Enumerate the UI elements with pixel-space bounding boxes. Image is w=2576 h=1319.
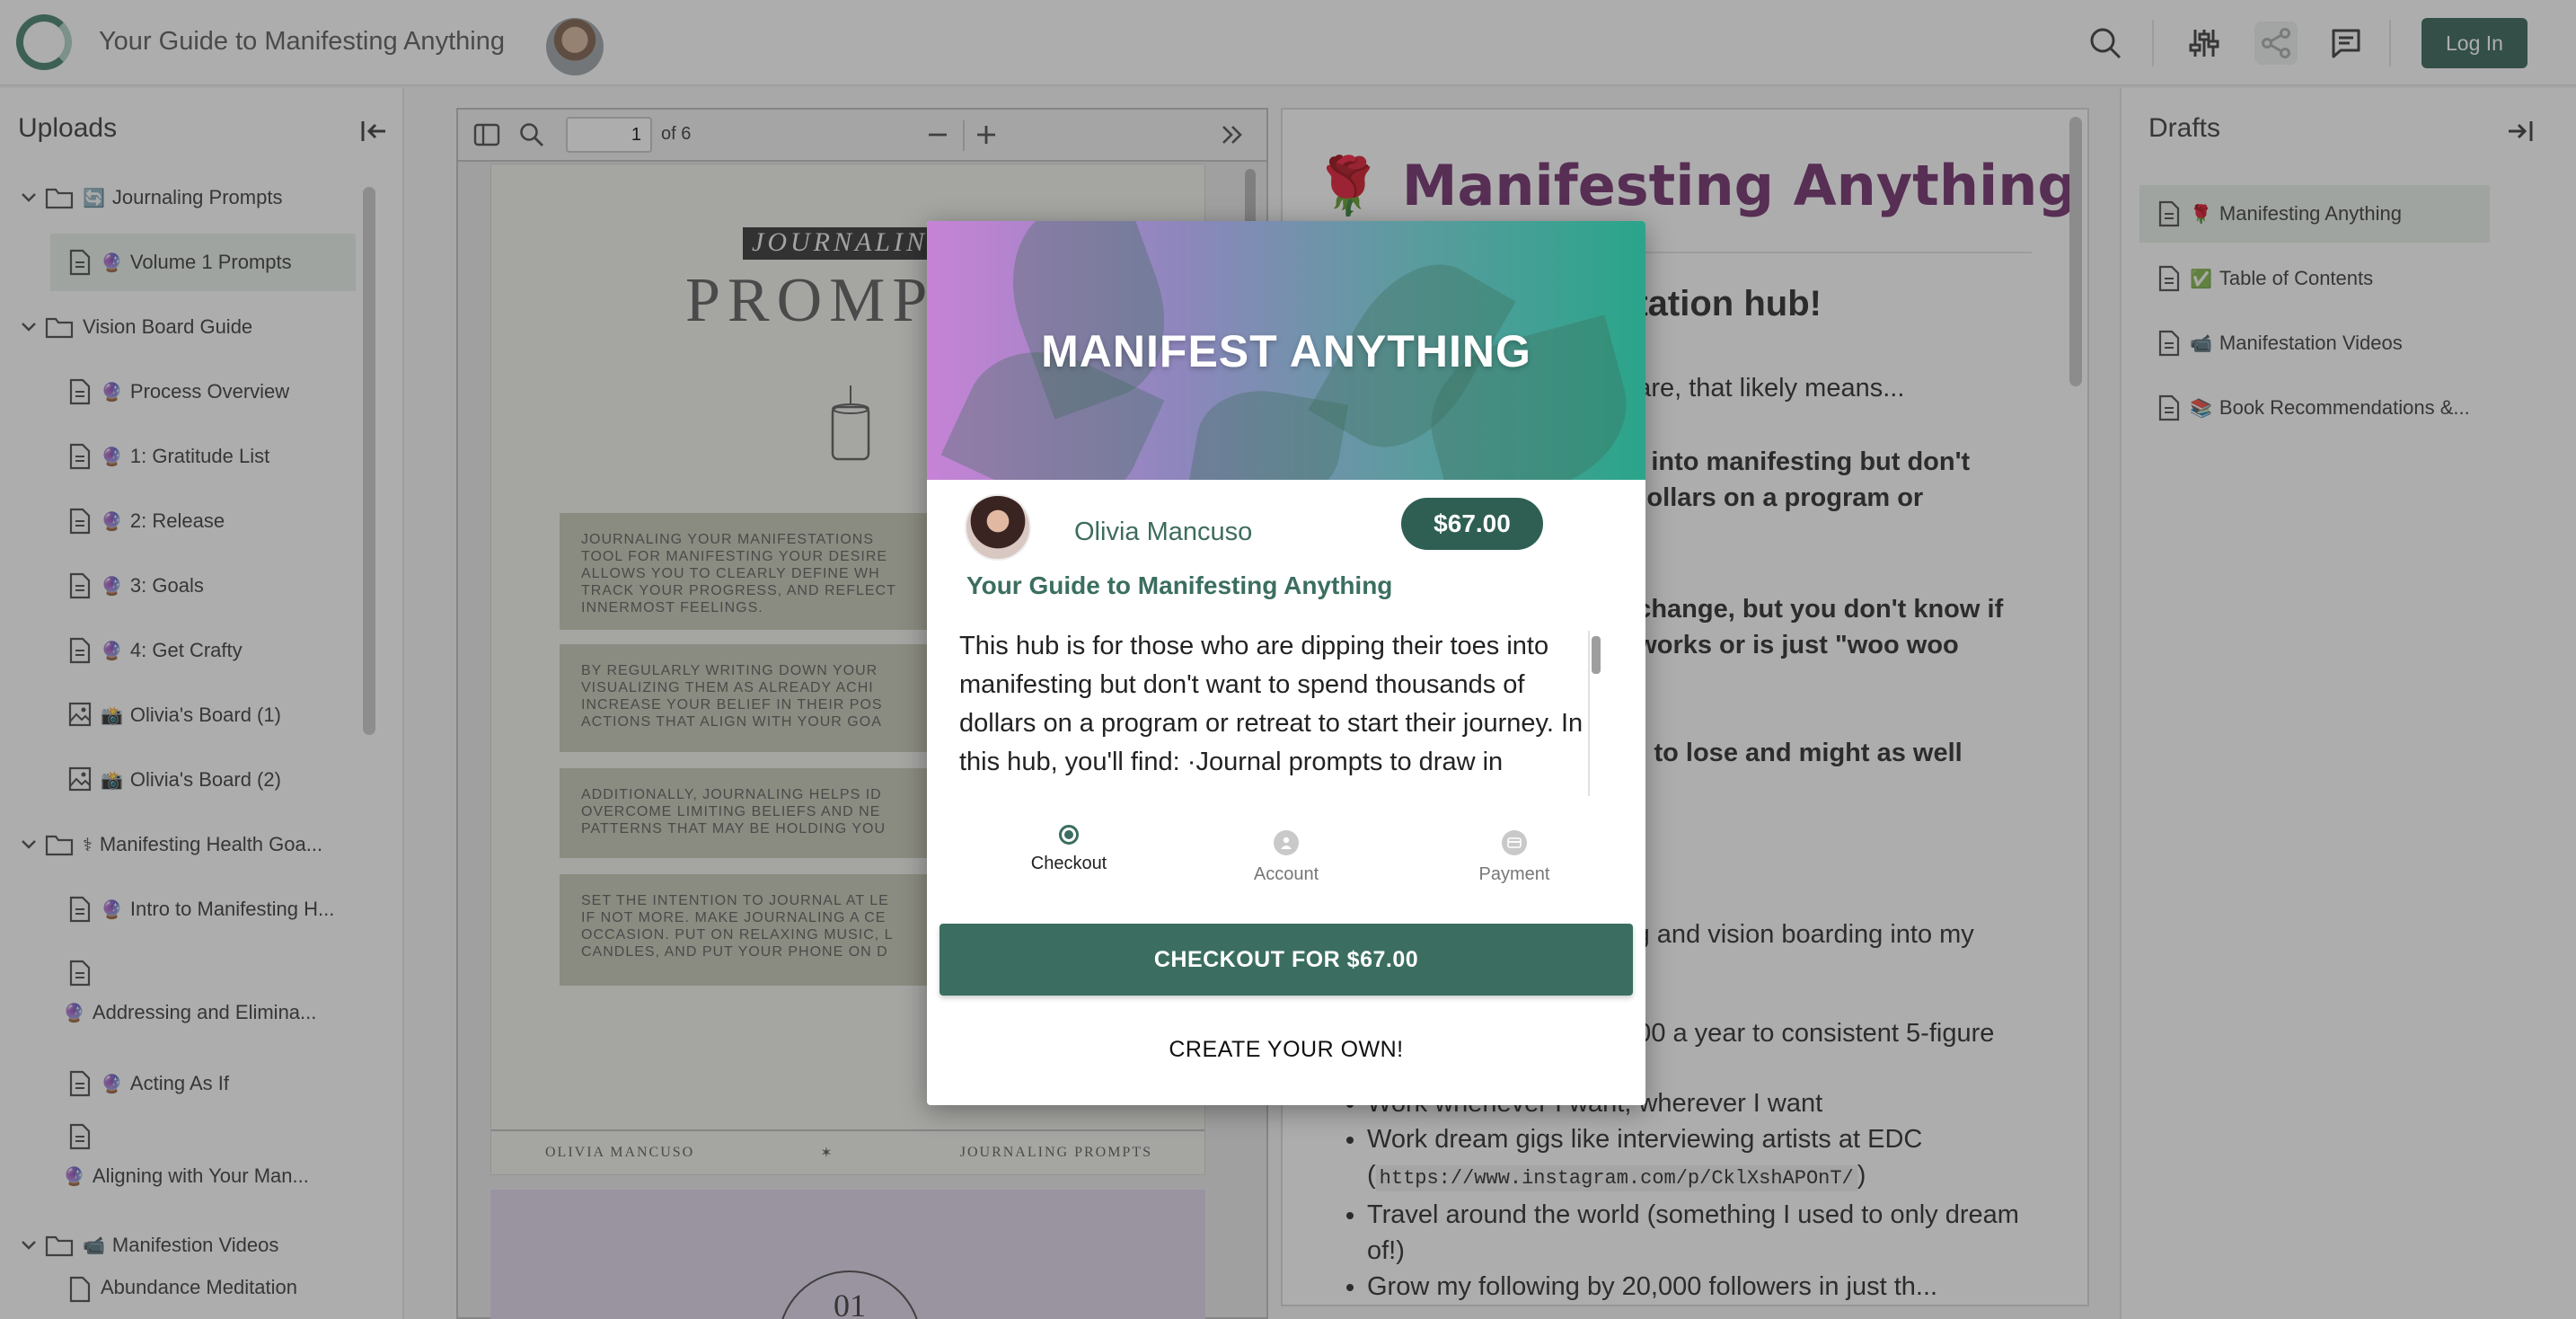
hero-title: MANIFEST ANYTHING: [1041, 326, 1531, 376]
hub-description: This hub is for those who are dipping th…: [959, 632, 1584, 776]
checkout-button[interactable]: CHECKOUT FOR $67.00: [940, 924, 1633, 996]
checkout-stepper: Checkout Account Payment: [927, 825, 1645, 899]
modal-hero-image: MANIFEST ANYTHING: [927, 221, 1645, 480]
step-payment[interactable]: Payment: [1425, 827, 1604, 885]
step-label: Checkout: [1030, 854, 1107, 873]
author-avatar: [965, 494, 1031, 561]
price-badge: $67.00: [1401, 498, 1543, 550]
credit-card-icon: [1502, 830, 1527, 855]
step-active-icon: [1059, 825, 1079, 845]
hub-title: Your Guide to Manifesting Anything: [966, 571, 1393, 599]
step-account[interactable]: Account: [1196, 827, 1376, 885]
step-label: Payment: [1478, 864, 1550, 884]
author-name: Olivia Mancuso: [1074, 518, 1253, 546]
step-checkout[interactable]: Checkout: [979, 821, 1159, 874]
create-your-own-button[interactable]: CREATE YOUR OWN!: [940, 1021, 1633, 1078]
user-icon: [1274, 830, 1299, 855]
description-scrollbar[interactable]: [1592, 636, 1601, 674]
checkout-modal: MANIFEST ANYTHING Olivia Mancuso $67.00 …: [927, 221, 1645, 1105]
step-label: Account: [1253, 864, 1319, 884]
